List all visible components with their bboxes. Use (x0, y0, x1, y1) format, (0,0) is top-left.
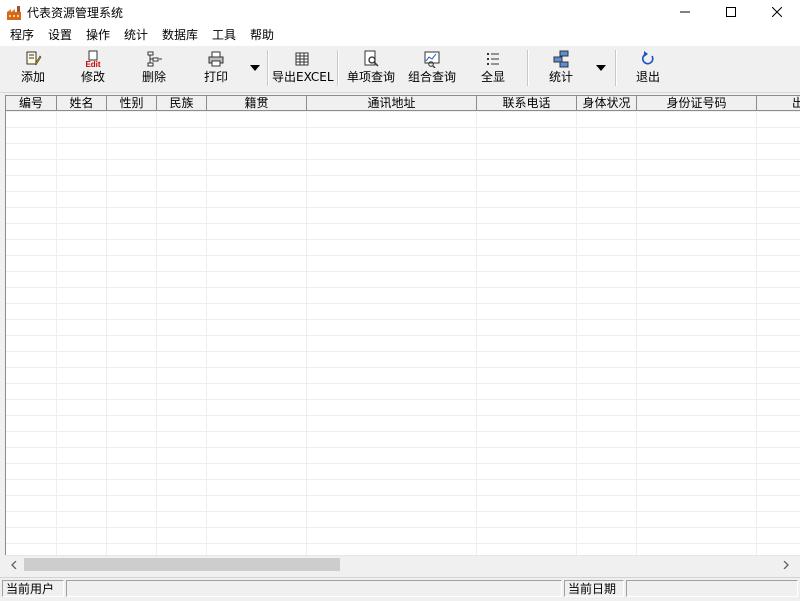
menu-database[interactable]: 数据库 (162, 25, 198, 46)
menu-stats[interactable]: 统计 (124, 25, 148, 46)
scroll-left-button[interactable] (5, 556, 22, 573)
grid-header: 编号 姓名 性别 民族 籍贯 通讯地址 联系电话 身体状况 身份证号码 出 (6, 96, 800, 112)
stats-dropdown[interactable] (594, 60, 608, 74)
current-date-value (626, 580, 798, 597)
col-header-gender[interactable]: 性别 (107, 96, 157, 111)
grid-column-line (306, 112, 307, 556)
toolbar-separator (527, 50, 529, 86)
status-bar: 当前用户 当前日期 (0, 577, 800, 601)
add-button[interactable]: 添加 (12, 48, 54, 88)
current-date-label: 当前日期 (564, 580, 624, 597)
network-stats-icon (552, 50, 570, 68)
grid-column-line (476, 112, 477, 556)
horizontal-scrollbar[interactable] (5, 555, 800, 573)
grid-body[interactable] (6, 112, 800, 556)
grid-column-line (206, 112, 207, 556)
col-header-id[interactable]: 编号 (6, 96, 57, 111)
stats-label: 统计 (548, 70, 573, 84)
printer-icon (207, 50, 225, 68)
chevron-left-icon (10, 558, 17, 572)
current-user-label: 当前用户 (2, 580, 64, 597)
grid-column-line (576, 112, 577, 556)
scroll-right-button[interactable] (777, 556, 794, 573)
close-icon (771, 6, 783, 20)
menu-bar: 程序 设置 操作 统计 数据库 工具 帮助 (0, 25, 800, 46)
app-window: 代表资源管理系统 程序 设置 操作 统计 数据库 工具 帮助 添加 Edit 修… (0, 0, 800, 601)
chart-search-icon (423, 50, 441, 69)
minimize-icon (680, 6, 690, 20)
grid-column-line (56, 112, 57, 556)
delete-label: 删除 (141, 70, 166, 84)
list-icon (484, 50, 502, 68)
menu-program[interactable]: 程序 (10, 25, 34, 46)
delete-tree-icon (145, 50, 163, 68)
grid-column-line (106, 112, 107, 556)
export-excel-button[interactable]: 导出EXCEL (272, 48, 334, 88)
toolbar-separator (267, 50, 269, 86)
col-header-ethnicity[interactable]: 民族 (157, 96, 207, 111)
caret-down-icon (596, 60, 606, 74)
add-label: 添加 (20, 70, 45, 84)
toolbar-separator (615, 50, 617, 86)
title-bar[interactable]: 代表资源管理系统 (0, 0, 800, 25)
show-all-button[interactable]: 全显 (472, 48, 514, 88)
grid-column-line (636, 112, 637, 556)
grid-column-line (156, 112, 157, 556)
maximize-icon (726, 6, 736, 20)
toolbar-separator (337, 50, 339, 86)
edit-label: 修改 (80, 70, 105, 84)
edit-button[interactable]: Edit 修改 (72, 48, 114, 88)
toolbar: 添加 Edit 修改 删除 打印 导出EXCEL 单项查询 组合查询 全显 统计… (0, 46, 800, 93)
col-header-address[interactable]: 通讯地址 (307, 96, 477, 111)
print-button[interactable]: 打印 (195, 48, 237, 88)
col-header-native-place[interactable]: 籍贯 (207, 96, 307, 111)
stats-button[interactable]: 统计 (540, 48, 582, 88)
refresh-exit-icon (639, 50, 657, 68)
single-query-button[interactable]: 单项查询 (344, 48, 398, 88)
col-header-phone[interactable]: 联系电话 (477, 96, 577, 111)
minimize-button[interactable] (662, 0, 708, 25)
factory-icon (6, 5, 22, 21)
col-header-birth[interactable]: 出 (757, 96, 800, 111)
caret-down-icon (250, 60, 260, 74)
exit-label: 退出 (635, 70, 660, 84)
combo-query-button[interactable]: 组合查询 (405, 48, 459, 88)
menu-operate[interactable]: 操作 (86, 25, 110, 46)
edit-icon-text: Edit (85, 60, 100, 68)
spreadsheet-icon (293, 50, 311, 68)
pencil-note-icon (24, 50, 42, 68)
current-user-value (66, 580, 562, 597)
delete-button[interactable]: 删除 (133, 48, 175, 88)
menu-settings[interactable]: 设置 (48, 25, 72, 46)
grid-column-line (756, 112, 757, 556)
print-label: 打印 (203, 70, 228, 84)
close-button[interactable] (754, 0, 800, 25)
show-all-label: 全显 (480, 70, 505, 84)
scroll-thumb[interactable] (24, 558, 340, 571)
menu-tools[interactable]: 工具 (212, 25, 236, 46)
menu-help[interactable]: 帮助 (250, 25, 274, 46)
data-grid[interactable]: 编号 姓名 性别 民族 籍贯 通讯地址 联系电话 身体状况 身份证号码 出 (5, 95, 800, 556)
print-dropdown[interactable] (248, 60, 262, 74)
chevron-right-icon (783, 558, 789, 572)
combo-query-label: 组合查询 (407, 70, 456, 84)
col-header-name[interactable]: 姓名 (57, 96, 107, 111)
window-title: 代表资源管理系统 (27, 6, 124, 20)
edit-document-icon: Edit (84, 50, 102, 69)
col-header-health[interactable]: 身体状况 (577, 96, 637, 111)
single-query-label: 单项查询 (346, 70, 395, 84)
exit-button[interactable]: 退出 (627, 48, 669, 88)
document-search-icon (362, 50, 380, 68)
col-header-id-number[interactable]: 身份证号码 (637, 96, 757, 111)
maximize-button[interactable] (708, 0, 754, 25)
export-excel-label: 导出EXCEL (272, 70, 334, 84)
